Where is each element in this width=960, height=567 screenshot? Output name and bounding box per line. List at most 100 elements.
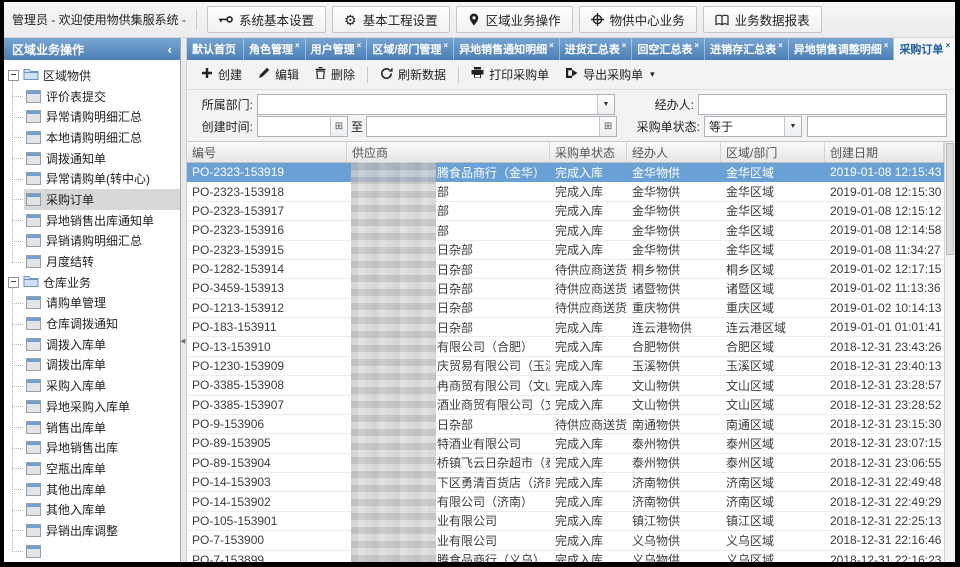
table-row[interactable]: PO-14-153903 下区勇清百货店（济南） 完成入库 济南物供 济南区域 … — [187, 473, 944, 492]
chevron-down-icon[interactable]: ▼ — [784, 117, 801, 136]
splitter-collapse-icon[interactable]: ◀ — [180, 337, 185, 345]
tree-item[interactable]: 异常请购单(转中心) — [4, 168, 180, 189]
table-row[interactable]: PO-3385-153908 冉商贸有限公司（文山） 完成入库 文山物供 文山区… — [187, 376, 944, 395]
tab[interactable]: 区域/部门管理 × — [367, 38, 454, 60]
tree-item[interactable]: 异销请购明细汇总 — [4, 231, 180, 252]
table-row[interactable]: PO-1213-153912 日杂部 待供应商送货 重庆物供 重庆区域 2019… — [187, 299, 944, 318]
table-row[interactable]: PO-3385-153907 酒业商贸有限公司（文山） 完成入库 文山物供 文山… — [187, 396, 944, 415]
tree-item[interactable]: 其他出库单 — [4, 479, 180, 500]
handler-input[interactable] — [699, 95, 946, 114]
created-to-input[interactable] — [367, 117, 599, 136]
edit-button[interactable]: 编辑 — [250, 63, 307, 86]
tree-folder-region-supply[interactable]: 区域物供 — [4, 65, 180, 86]
tree-expander-icon[interactable] — [8, 70, 19, 81]
created-from-input[interactable] — [258, 117, 330, 136]
column-header-status[interactable]: 采购单状态 — [550, 142, 627, 162]
status-value-input[interactable] — [808, 117, 946, 136]
tab-close-icon[interactable]: × — [443, 41, 448, 50]
tab[interactable]: 进销存汇总表 × — [705, 38, 789, 60]
tab[interactable]: 采购订单 × — [894, 38, 955, 60]
table-row[interactable]: PO-2323-153918 部 完成入库 金华物供 金华区域 2019-01-… — [187, 182, 944, 201]
table-row[interactable]: PO-2323-153917 部 完成入库 金华物供 金华区域 2019-01-… — [187, 202, 944, 221]
sidebar-collapse-icon[interactable]: ‹ — [168, 42, 172, 57]
tab[interactable]: 异地销售调整明细 × — [789, 38, 895, 60]
tab-close-icon[interactable]: × — [945, 41, 950, 50]
menu-button-data-reports[interactable]: 业务数据报表 — [703, 6, 822, 33]
table-row[interactable]: PO-9-153906 日杂部 待供应商送货 南通物供 南通区域 2018-12… — [187, 415, 944, 434]
tree-item[interactable]: 异地销售出库 — [4, 437, 180, 458]
cell-supplier: 日杂部 — [347, 241, 550, 259]
column-header-supplier[interactable]: 供应商 — [347, 142, 550, 162]
table-row[interactable]: PO-7-153900 业有限公司 完成入库 义乌物供 义乌区域 2018-12… — [187, 531, 944, 550]
export-purchase-order-button[interactable]: 导出采购单 ▾ — [557, 63, 663, 86]
table-row[interactable]: PO-2323-153919 腾食品商行（金华） 完成入库 金华物供 金华区域 … — [187, 163, 944, 182]
tree-item[interactable]: 评价表提交 — [4, 86, 180, 107]
status-operator-select[interactable]: 等于 ▼ — [704, 116, 802, 137]
table-row[interactable]: PO-1230-153909 庆贸易有限公司（玉溪） 完成入库 玉溪物供 玉溪区… — [187, 357, 944, 376]
tree-item[interactable]: 采购入库单 — [4, 375, 180, 396]
column-header-created[interactable]: 创建日期 — [825, 142, 944, 162]
calendar-icon[interactable]: ⊞ — [330, 117, 347, 136]
table-row[interactable]: PO-89-153904 桥镇飞云日杂超市（泰州） 完成入库 泰州物供 泰州区域… — [187, 454, 944, 473]
delete-button[interactable]: 删除 — [307, 63, 363, 86]
table-row[interactable]: PO-2323-153916 部 完成入库 金华物供 金华区域 2019-01-… — [187, 221, 944, 240]
tab-close-icon[interactable]: × — [778, 41, 783, 50]
tree-item[interactable]: 空瓶出库单 — [4, 458, 180, 479]
table-row[interactable]: PO-183-153911 日杂部 完成入库 连云港物供 连云港区域 2019-… — [187, 318, 944, 337]
menu-button-system-settings[interactable]: 系统基本设置 — [207, 6, 326, 33]
status-filter-label: 采购单状态: — [637, 118, 700, 135]
print-purchase-order-button[interactable]: 打印采购单 — [463, 63, 557, 86]
tree-item[interactable] — [4, 541, 180, 562]
tree-folder-warehouse[interactable]: 仓库业务 — [4, 272, 180, 293]
tree-item[interactable]: 销售出库单 — [4, 417, 180, 438]
tab-close-icon[interactable]: × — [884, 41, 889, 50]
table-row[interactable]: PO-3459-153913 日杂部 待供应商送货 诸暨物供 诸暨区域 2019… — [187, 279, 944, 298]
column-header-region[interactable]: 区域/部门 — [721, 142, 825, 162]
tree-item[interactable]: 调拨入库单 — [4, 334, 180, 355]
tree-item[interactable]: 异地销售出库通知单 — [4, 210, 180, 231]
tree-expander-icon[interactable] — [8, 277, 19, 288]
column-header-id[interactable]: 编号 — [187, 142, 347, 162]
tree-item[interactable]: 调拨通知单 — [4, 148, 180, 169]
tab-close-icon[interactable]: × — [357, 41, 362, 50]
table-row[interactable]: PO-105-153901 业有限公司 完成入库 镇江物供 镇江区域 2018-… — [187, 512, 944, 531]
cell-created-date: 2018-12-31 22:49:29 — [825, 492, 944, 510]
table-row[interactable]: PO-2323-153915 日杂部 完成入库 金华物供 金华区域 2019-0… — [187, 241, 944, 260]
tab[interactable]: 进货汇总表 × — [560, 38, 633, 60]
chevron-down-icon[interactable]: ▼ — [597, 95, 614, 114]
menu-button-supply-center[interactable]: 物供中心业务 — [579, 6, 697, 33]
tab-close-icon[interactable]: × — [549, 41, 554, 50]
tree-item[interactable]: 其他入库单 — [4, 499, 180, 520]
column-header-handler[interactable]: 经办人 — [627, 142, 721, 162]
menu-button-project-settings[interactable]: ⚙ 基本工程设置 — [332, 6, 450, 33]
create-button[interactable]: 创建 — [193, 63, 250, 86]
table-row[interactable]: PO-89-153905 特酒业有限公司 完成入库 泰州物供 泰州区域 2018… — [187, 434, 944, 453]
tab-close-icon[interactable]: × — [694, 41, 699, 50]
table-row[interactable]: PO-7-153899 腾食品商行（义乌） 完成入库 义乌物供 义乌区域 201… — [187, 551, 944, 563]
tab[interactable]: 默认首页 — [187, 38, 244, 60]
refresh-button[interactable]: 刷新数据 — [372, 63, 454, 86]
tree-item[interactable]: 采购订单 — [4, 189, 180, 210]
tab[interactable]: 角色管理 × — [244, 38, 306, 60]
tab-close-icon[interactable]: × — [295, 41, 300, 50]
table-row[interactable]: PO-14-153902 有限公司（济南） 完成入库 济南物供 济南区域 201… — [187, 492, 944, 511]
tree-item[interactable]: 异销出库调整 — [4, 520, 180, 541]
table-row[interactable]: PO-1282-153914 日杂部 待供应商送货 桐乡物供 桐乡区域 2019… — [187, 260, 944, 279]
tab[interactable]: 用户管理 × — [306, 38, 368, 60]
tab-close-icon[interactable]: × — [622, 41, 627, 50]
tree-item[interactable]: 请购单管理 — [4, 293, 180, 314]
tree-item[interactable]: 仓库调拨通知 — [4, 313, 180, 334]
tree-item[interactable]: 本地请购明细汇总 — [4, 127, 180, 148]
tree-item[interactable]: 异地采购入库单 — [4, 396, 180, 417]
menu-button-region-operations[interactable]: 区域业务操作 — [456, 6, 573, 33]
tree-item[interactable]: 异常请购明细汇总 — [4, 106, 180, 127]
tree-item[interactable]: 月度结转 — [4, 251, 180, 272]
tree-item[interactable]: 调拨出库单 — [4, 355, 180, 376]
tab[interactable]: 回空汇总表 × — [632, 38, 705, 60]
scrollbar-thumb[interactable] — [946, 143, 954, 255]
department-select[interactable]: ▼ — [257, 94, 615, 115]
vertical-scrollbar[interactable] — [944, 142, 955, 562]
calendar-icon[interactable]: ⊞ — [599, 117, 616, 136]
tab[interactable]: 异地销售通知明细 × — [454, 38, 560, 60]
table-row[interactable]: PO-13-153910 有限公司（合肥） 完成入库 合肥物供 合肥区域 201… — [187, 337, 944, 356]
